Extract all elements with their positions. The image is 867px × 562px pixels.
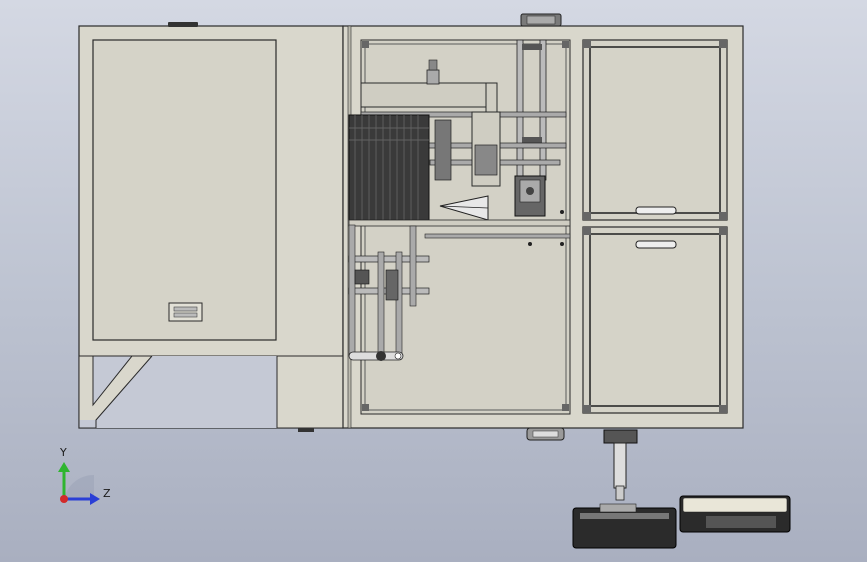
card-magazine <box>348 114 430 221</box>
y-axis-label: Y <box>59 446 67 459</box>
orientation-triad: Y Z <box>58 446 111 505</box>
lower-right-door[interactable] <box>582 226 728 414</box>
door-handle[interactable] <box>168 302 203 322</box>
z-axis-label: Z <box>103 487 111 500</box>
left-cabinet[interactable] <box>78 22 344 432</box>
upper-door-handle[interactable] <box>635 206 677 215</box>
x-axis-dot <box>60 495 68 503</box>
left-cabinet-door[interactable] <box>92 39 277 341</box>
upper-right-door[interactable] <box>582 39 728 221</box>
lower-door-handle[interactable] <box>635 240 677 249</box>
cad-viewport[interactable]: Y Z <box>0 0 867 562</box>
pedal-assembly[interactable] <box>572 429 791 549</box>
